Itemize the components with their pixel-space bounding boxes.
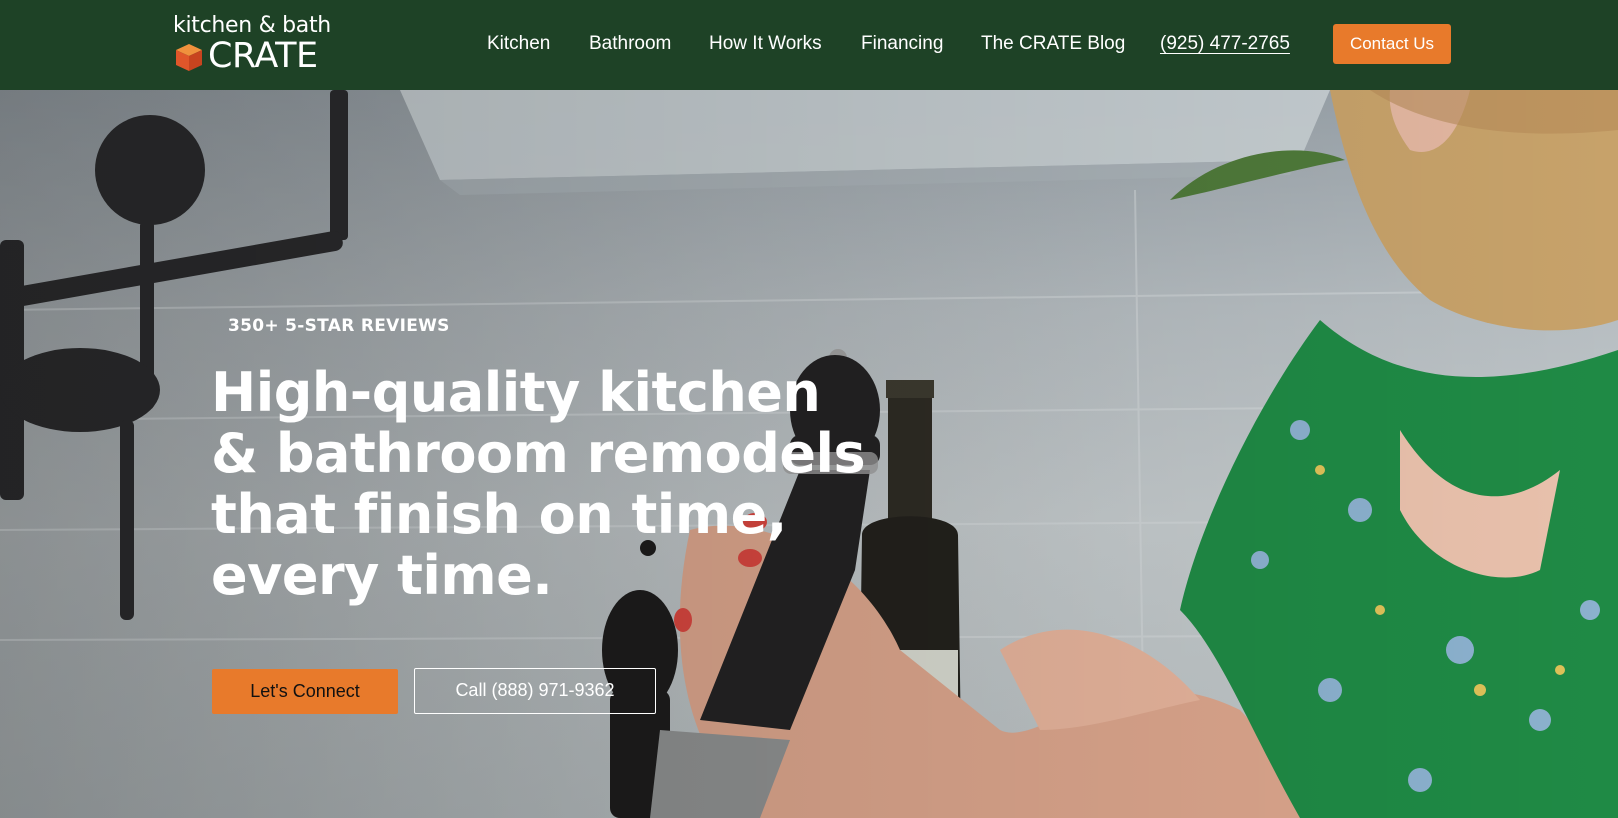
header-phone-link[interactable]: (925) 477-2765	[1160, 30, 1290, 58]
nav-how-it-works[interactable]: How It Works	[709, 30, 822, 58]
nav-kitchen[interactable]: Kitchen	[487, 30, 550, 58]
nav-financing[interactable]: Financing	[861, 30, 943, 58]
call-phone-button[interactable]: Call (888) 971-9362	[414, 668, 656, 714]
contact-us-button[interactable]: Contact Us	[1333, 24, 1451, 64]
site-header: kitchen & bath CRATE Kitchen Bathroom Ho…	[0, 0, 1618, 90]
headline-line: & bathroom remodels	[211, 422, 866, 485]
headline-line: that finish on time,	[211, 483, 787, 546]
logo-wordmark: CRATE	[208, 36, 318, 76]
cube-logo-icon	[176, 44, 202, 71]
nav-bathroom[interactable]: Bathroom	[589, 30, 671, 58]
hero-headline: High-quality kitchen & bathroom remodels…	[211, 361, 866, 607]
lets-connect-button[interactable]: Let's Connect	[212, 669, 398, 714]
logo-tagline: kitchen & bath	[173, 13, 331, 38]
nav-crate-blog[interactable]: The CRATE Blog	[981, 30, 1125, 58]
reviews-eyebrow: 350+ 5-STAR REVIEWS	[228, 316, 450, 336]
headline-line: High-quality kitchen	[211, 361, 821, 424]
headline-line: every time.	[211, 544, 553, 607]
crate-logo[interactable]: kitchen & bath CRATE	[172, 14, 331, 77]
